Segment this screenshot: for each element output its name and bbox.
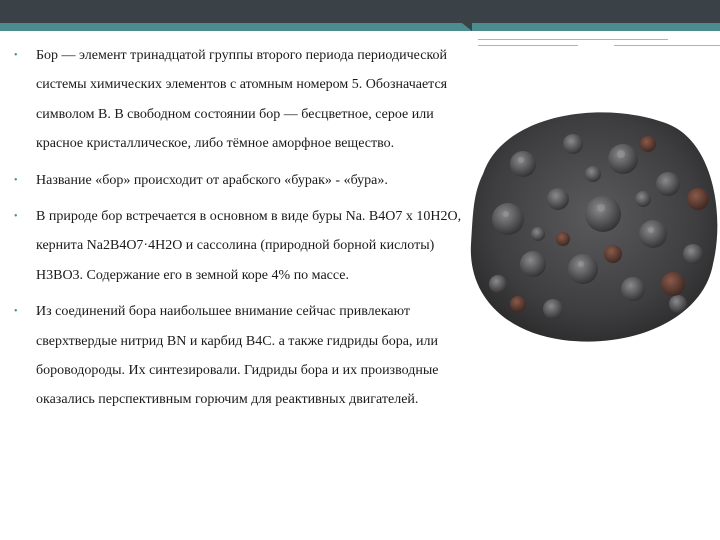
decorative-rule <box>478 45 578 46</box>
bullet-text: Из соединений бора наибольшее внимание с… <box>36 304 439 408</box>
slide-body: • Бор — элемент тринадцатой группы второ… <box>14 41 476 422</box>
slide-header-bar <box>0 0 720 23</box>
bullet-marker: • <box>14 50 18 61</box>
bullet-item: • Название «бор» происходит от арабского… <box>14 166 476 195</box>
bullet-marker: • <box>14 211 18 223</box>
bullet-text: Название «бор» происходит от арабского «… <box>36 172 388 188</box>
boron-sample-image <box>470 112 718 342</box>
bullet-text: Бор — элемент тринадцатой группы второго… <box>36 48 448 152</box>
bullet-marker: • <box>14 306 18 318</box>
bullet-item: • Из соединений бора наибольшее внимание… <box>14 297 476 415</box>
bullet-item: • В природе бор встречается в основном в… <box>14 202 476 290</box>
decorative-rule <box>614 45 720 46</box>
decorative-rule <box>478 39 668 40</box>
bullet-marker: • <box>14 174 18 186</box>
slide-header-accent <box>0 23 720 31</box>
slide-header-notch <box>462 23 472 31</box>
bullet-item: • Бор — элемент тринадцатой группы второ… <box>14 41 476 159</box>
bullet-text: В природе бор встречается в основном в в… <box>36 209 462 283</box>
